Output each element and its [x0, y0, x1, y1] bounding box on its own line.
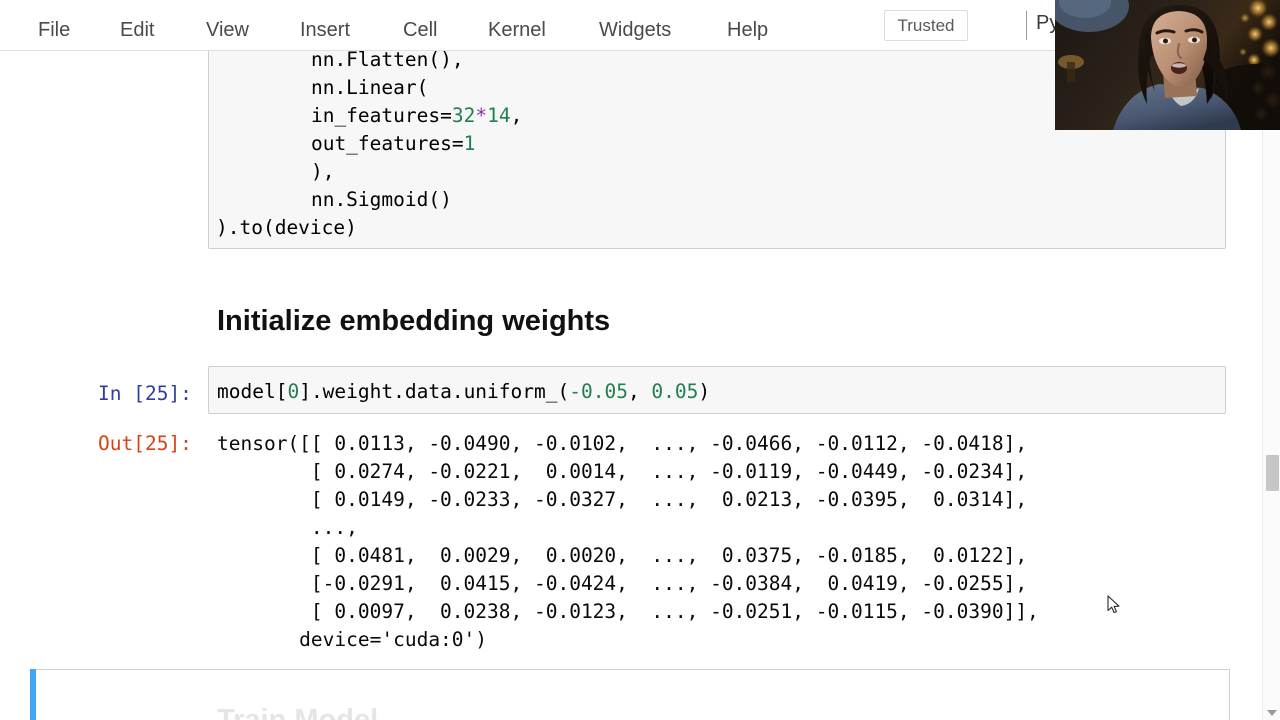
code-line-out-features: out_features=1: [264, 132, 476, 155]
menu-item-insert[interactable]: Insert: [300, 13, 350, 48]
output-tensor-line-8: device='cuda:0'): [217, 628, 488, 651]
jupyter-notebook-screen: File Edit View Insert Cell Kernel Widget…: [0, 0, 1280, 720]
token-in-features-value2: 14: [487, 104, 511, 127]
code-line-close-paren: ),: [264, 160, 335, 183]
output-tensor-line-7: [ 0.0097, 0.0238, -0.0123, ..., -0.0251,…: [217, 600, 1039, 623]
output-prompt-25: Out[25]:: [98, 432, 192, 455]
menu-item-help[interactable]: Help: [727, 13, 768, 48]
token-in-features-value: 32: [451, 104, 476, 127]
token-out-features-value: 1: [463, 132, 476, 155]
markdown-heading-train-model: Train Model: [217, 704, 379, 720]
token-multiply-operator: *: [475, 104, 488, 127]
code-line-linear-open: nn.Linear(: [264, 76, 429, 99]
scrollbar-thumb[interactable]: [1266, 455, 1279, 491]
menu-item-kernel[interactable]: Kernel: [488, 13, 546, 48]
markdown-cell-train-model[interactable]: [30, 669, 1230, 720]
output-tensor-line-5: [ 0.0481, 0.0029, 0.0020, ..., 0.0375, -…: [217, 544, 1028, 567]
output-tensor-line-4: ...,: [217, 516, 358, 539]
output-tensor-line-1: tensor([[ 0.0113, -0.0490, -0.0102, ...,…: [217, 432, 1028, 455]
code-line-uniform-init: model[0].weight.data.uniform_(-0.05, 0.0…: [217, 380, 711, 403]
token-index-zero: 0: [287, 380, 300, 403]
scroll-down-arrow-icon[interactable]: [1267, 710, 1277, 716]
menu-item-edit[interactable]: Edit: [120, 13, 154, 48]
selected-cell-indicator-bar: [30, 669, 36, 720]
output-tensor-line-6: [-0.0291, 0.0415, -0.0424, ..., -0.0384,…: [217, 572, 1028, 595]
output-tensor-line-3: [ 0.0149, -0.0233, -0.0327, ..., 0.0213,…: [217, 488, 1028, 511]
code-line-to-device: ).to(device): [216, 216, 357, 239]
webcam-video-frame: [1055, 0, 1280, 130]
presenter-webcam-overlay: [1055, 0, 1280, 130]
notebook-scroll-area[interactable]: nn.Flatten(), nn.Linear( in_features=32*…: [0, 51, 1262, 720]
code-line-in-features: in_features=32*14,: [264, 104, 523, 127]
output-tensor-line-2: [ 0.0274, -0.0221, 0.0014, ..., -0.0119,…: [217, 460, 1028, 483]
code-line-sigmoid: nn.Sigmoid(): [264, 188, 452, 211]
code-line-flatten: nn.Flatten(),: [264, 51, 464, 71]
menu-item-file[interactable]: File: [38, 13, 70, 48]
token-uniform-low: -0.05: [569, 380, 628, 403]
markdown-heading-initialize-embedding-weights: Initialize embedding weights: [217, 305, 611, 337]
menu-item-widgets[interactable]: Widgets: [599, 13, 671, 48]
menu-item-view[interactable]: View: [206, 13, 249, 48]
trusted-badge[interactable]: Trusted: [884, 10, 968, 41]
input-prompt-25: In [25]:: [98, 382, 192, 405]
toolbar-divider: [1026, 11, 1027, 40]
menu-item-cell[interactable]: Cell: [403, 13, 437, 48]
vertical-scrollbar[interactable]: [1262, 51, 1280, 720]
token-uniform-high: 0.05: [651, 380, 699, 403]
